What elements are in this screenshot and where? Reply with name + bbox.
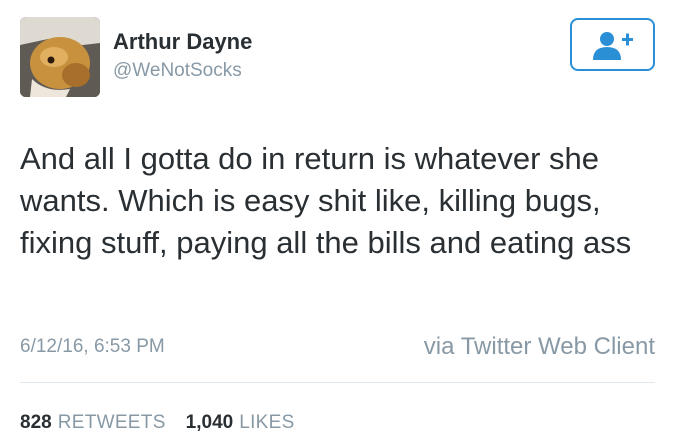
tweet-text: And all I gotta do in return is whatever… xyxy=(20,141,632,260)
avatar[interactable] xyxy=(20,17,100,97)
likes-count[interactable]: 1,040 xyxy=(186,412,234,433)
divider xyxy=(20,382,655,383)
retweets-count[interactable]: 828 xyxy=(20,412,52,433)
display-name[interactable]: Arthur Dayne xyxy=(113,29,252,55)
tweet-stats: 828 RETWEETS 1,040 LIKES xyxy=(20,412,315,434)
tweet-timestamp[interactable]: 6/12/16, 6:53 PM xyxy=(20,336,165,358)
follow-button[interactable] xyxy=(570,18,655,71)
tweet-card: Arthur Dayne @WeNotSocks And all I gotta… xyxy=(0,0,675,439)
likes-label[interactable]: LIKES xyxy=(239,412,294,433)
add-user-icon xyxy=(592,31,633,60)
tweet-source: via Twitter Web Client xyxy=(423,333,655,360)
avatar-image xyxy=(20,17,100,97)
user-handle[interactable]: @WeNotSocks xyxy=(113,60,242,82)
retweets-label[interactable]: RETWEETS xyxy=(58,412,166,433)
